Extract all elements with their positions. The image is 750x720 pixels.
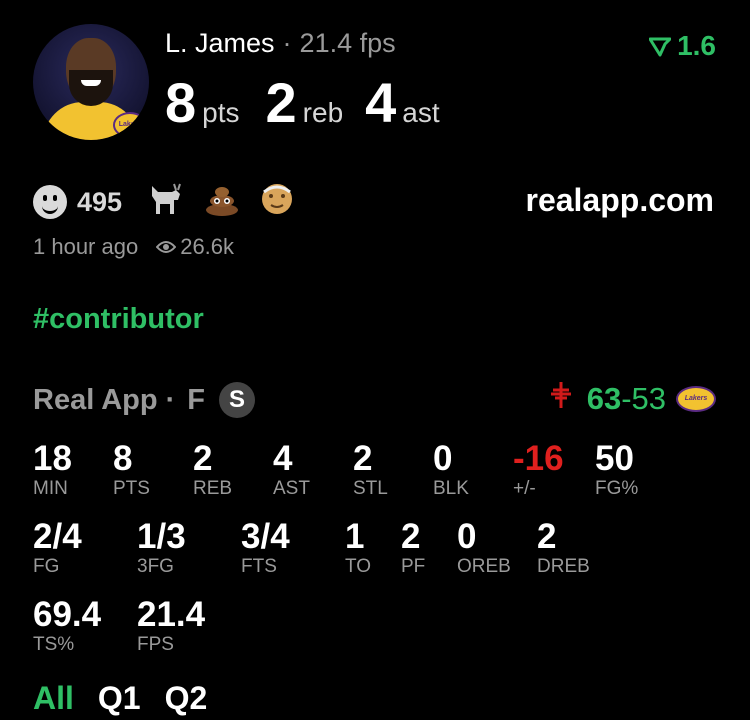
stat-value: 2 (537, 517, 557, 556)
player-fps: 21.4 fps (299, 28, 396, 58)
smiley-icon[interactable] (33, 185, 67, 219)
quarter-tabs: All Q1 Q2 (33, 680, 231, 717)
stat-label: +/- (513, 478, 536, 499)
points-value: 8 (165, 71, 197, 134)
stat-value: 3/4 (241, 517, 290, 556)
stat-value: 0 (457, 517, 477, 556)
score-dash: - (621, 381, 632, 416)
game-score[interactable]: 63 - 53 Lakers (549, 380, 716, 418)
stat-ts-pct: 69.4 TS% (33, 596, 101, 656)
stat-source-header: Real App · F S (33, 382, 255, 418)
rockets-logo-icon (549, 380, 573, 418)
hashtag-link[interactable]: #contributor (33, 303, 204, 336)
stat-3fg: 1/3 3FG (137, 518, 186, 578)
stat-label: TS% (33, 634, 75, 655)
avatar-smile (81, 80, 101, 86)
rating-badge[interactable]: 1.6 (648, 30, 716, 64)
site-link[interactable]: realapp.com (525, 182, 714, 219)
stat-label: PTS (113, 478, 150, 499)
s-badge-icon[interactable]: S (219, 382, 255, 418)
time-ago: 1 hour ago (33, 234, 139, 259)
stat-pf: 2 PF (401, 518, 425, 578)
stat-label: BLK (433, 478, 469, 499)
stat-value: 4 (273, 439, 293, 478)
view-count: 26.6k (180, 234, 235, 259)
stat-label: STL (353, 478, 388, 499)
stat-blk: 0 BLK (433, 440, 469, 500)
separator-dot: · (165, 383, 176, 416)
away-score: 53 (631, 381, 666, 416)
goat-icon[interactable] (146, 182, 184, 222)
stat-label: FG% (595, 478, 639, 499)
stat-ast: 4 AST (273, 440, 310, 500)
stat-min: 18 MIN (33, 440, 72, 500)
points-unit: pts (202, 97, 240, 128)
stat-label: REB (193, 478, 233, 499)
rating-value: 1.6 (677, 30, 716, 61)
player-avatar[interactable]: Lakers (33, 24, 149, 140)
stat-fps: 21.4 FPS (137, 596, 205, 656)
stat-value: 1/3 (137, 517, 186, 556)
stat-value: 18 (33, 439, 72, 478)
lakers-logo-icon: Lakers (676, 386, 716, 412)
eye-icon (155, 234, 177, 260)
stat-value: 8 (113, 439, 133, 478)
stat-value: 2 (353, 439, 373, 478)
assists-value: 4 (365, 71, 397, 134)
stat-label: OREB (457, 556, 511, 577)
stat-value: 69.4 (33, 595, 102, 634)
stat-dreb: 2 DREB (537, 518, 590, 578)
stat-value: 2 (193, 439, 213, 478)
old-man-icon[interactable] (260, 182, 294, 222)
stat-line: 8 pts 2 reb 4 ast (165, 70, 466, 135)
tab-q1[interactable]: Q1 (98, 680, 141, 717)
avatar-beard (69, 70, 113, 106)
stat-value: 2/4 (33, 517, 82, 556)
stat-value: -16 (513, 439, 564, 478)
player-position: F (187, 383, 205, 416)
stat-label: PF (401, 556, 426, 577)
stat-label: TO (345, 556, 372, 577)
poop-icon[interactable] (204, 182, 240, 222)
stat-oreb: 0 OREB (457, 518, 511, 578)
stat-value: 50 (595, 439, 634, 478)
stat-pts: 8 PTS (113, 440, 150, 500)
lakers-logo-icon: Lakers (113, 112, 147, 138)
stat-fg: 2/4 FG (33, 518, 82, 578)
post-meta: 1 hour ago 26.6k (33, 234, 234, 260)
stat-source-name: Real App (33, 383, 158, 416)
stat-label: MIN (33, 478, 68, 499)
stat-value: 21.4 (137, 595, 206, 634)
assists-unit: ast (402, 97, 440, 128)
player-name[interactable]: L. James (165, 28, 275, 58)
stat-fts: 3/4 FTS (241, 518, 290, 578)
stat-label: AST (273, 478, 310, 499)
stat-label: FTS (241, 556, 277, 577)
stat-value: 1 (345, 517, 365, 556)
reaction-count[interactable]: 495 (77, 187, 122, 218)
tab-q2[interactable]: Q2 (165, 680, 208, 717)
stat-stl: 2 STL (353, 440, 388, 500)
tab-all[interactable]: All (33, 680, 74, 717)
stat-label: FG (33, 556, 60, 577)
stat-label: FPS (137, 634, 174, 655)
stat-to: 1 TO (345, 518, 371, 578)
home-score: 63 (586, 381, 622, 416)
reactions-row: 495 (33, 182, 314, 222)
stat-label: 3FG (137, 556, 174, 577)
stat-reb: 2 REB (193, 440, 232, 500)
rebounds-unit: reb (302, 97, 344, 128)
stat-label: DREB (537, 556, 590, 577)
stat-fg-pct: 50 FG% (595, 440, 638, 500)
player-header[interactable]: L. James · 21.4 fps (165, 28, 396, 59)
stat-plus-minus: -16 +/- (513, 440, 564, 500)
rating-arrow-icon (648, 32, 672, 64)
stat-value: 2 (401, 517, 421, 556)
separator-dot: · (282, 28, 292, 58)
stat-value: 0 (433, 439, 453, 478)
rebounds-value: 2 (265, 71, 297, 134)
